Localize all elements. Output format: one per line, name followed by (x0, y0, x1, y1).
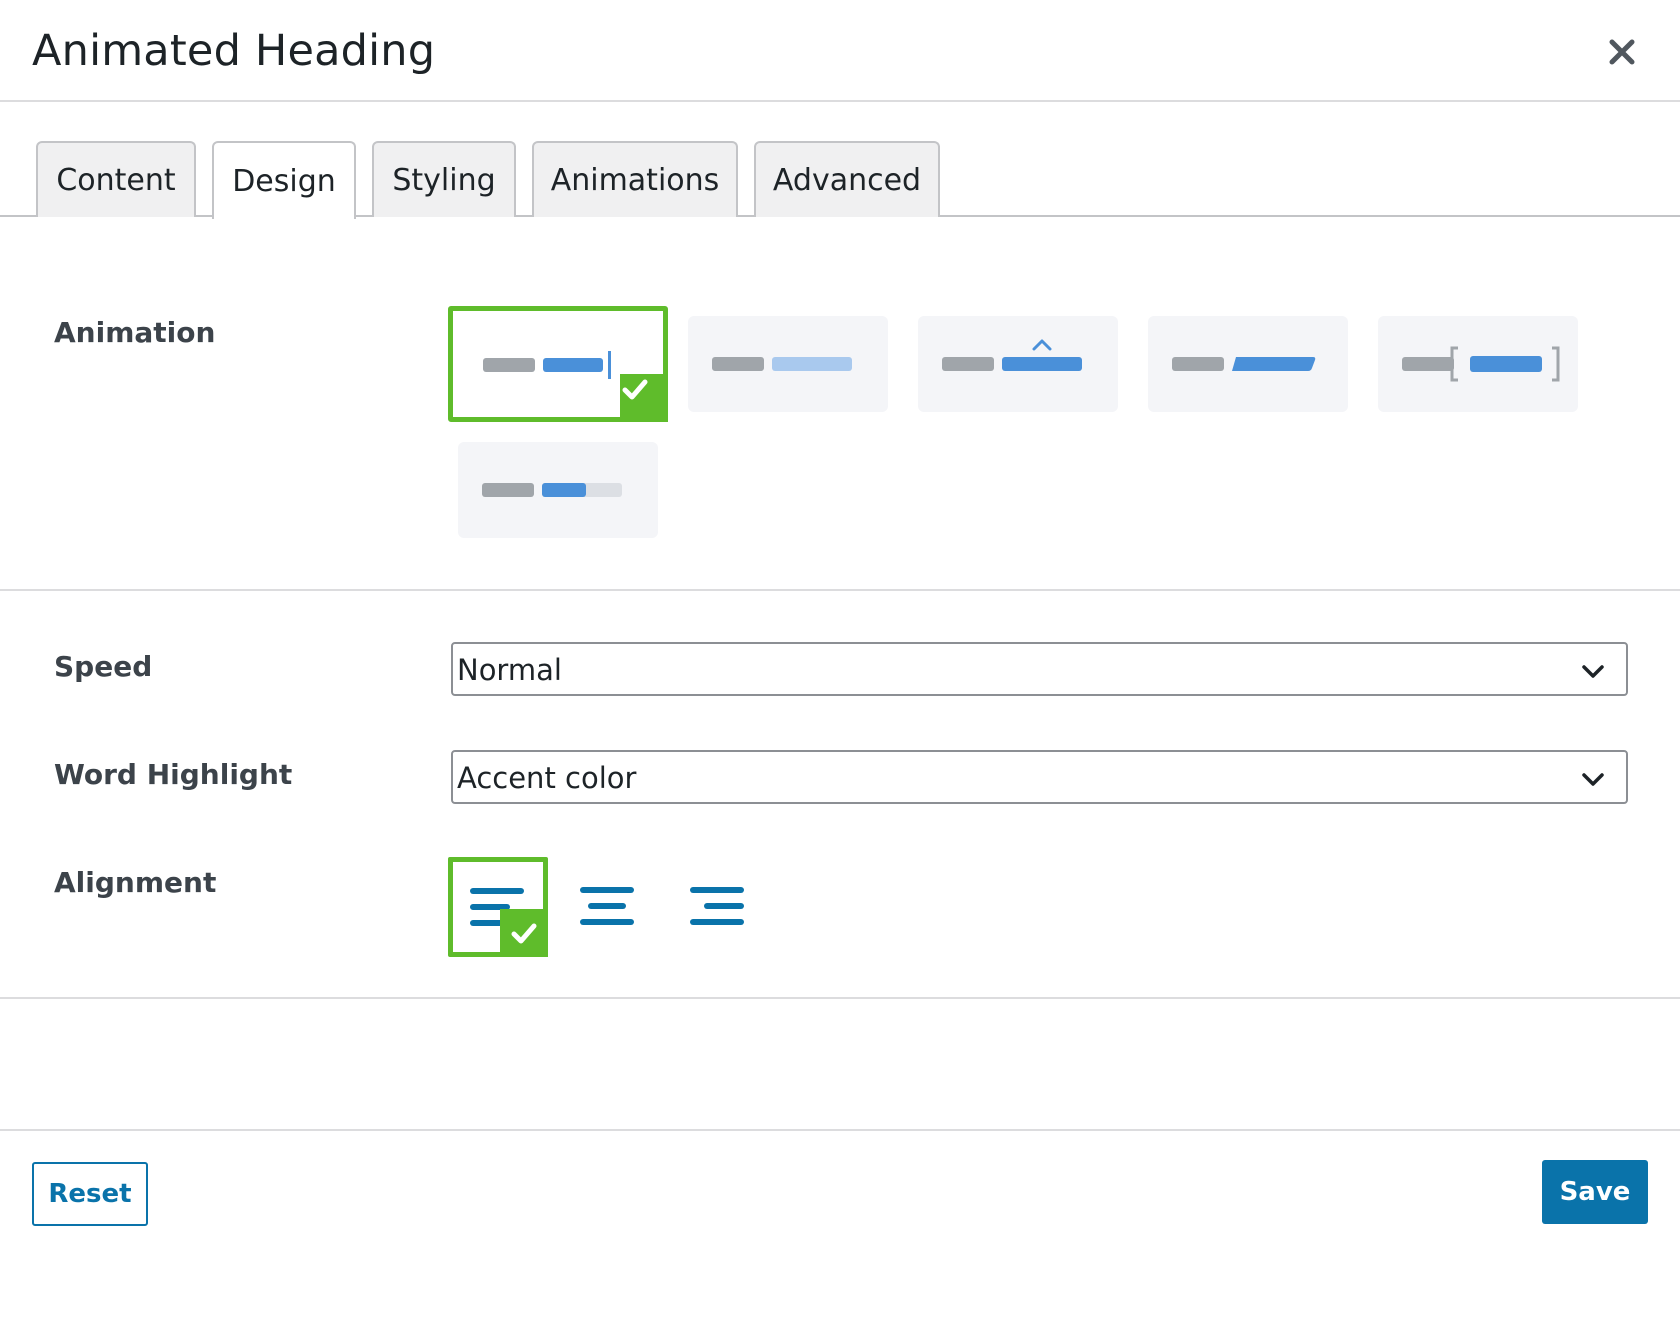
progress-icon (482, 483, 622, 497)
animation-label: Animation (54, 316, 216, 349)
section-divider (0, 997, 1680, 999)
dialog-header: Animated Heading (0, 0, 1680, 102)
selected-check-badge (500, 909, 548, 957)
animation-option-slide[interactable] (1148, 316, 1348, 412)
section-divider (0, 589, 1680, 591)
align-center-option[interactable] (558, 857, 658, 957)
alignment-label: Alignment (54, 866, 217, 899)
word-highlight-select[interactable]: Accent color (451, 750, 1628, 804)
chevron-down-icon (1582, 773, 1604, 786)
tab-bar: Content Design Styling Animations Advanc… (0, 141, 1680, 219)
animated-heading-dialog: Animated Heading Content Design Styling … (0, 0, 1680, 1320)
align-right-icon (690, 887, 744, 925)
word-highlight-label: Word Highlight (54, 758, 293, 791)
bounce-icon (942, 339, 1082, 371)
tab-animations[interactable]: Animations (532, 141, 738, 217)
speed-label: Speed (54, 650, 153, 683)
slide-icon (1172, 357, 1316, 371)
tab-design[interactable]: Design (212, 141, 356, 219)
animation-option-fade[interactable] (688, 316, 888, 412)
bracket-icon (1402, 346, 1560, 382)
align-left-option[interactable] (448, 857, 548, 957)
word-highlight-select-value: Accent color (457, 761, 637, 795)
close-button[interactable] (1600, 30, 1644, 74)
animation-option-typing[interactable] (448, 306, 668, 422)
check-icon (622, 379, 648, 400)
check-icon (511, 923, 537, 944)
footer-divider (0, 1129, 1680, 1131)
selected-check-badge (620, 374, 668, 422)
tab-advanced[interactable]: Advanced (754, 141, 940, 217)
speed-select-value: Normal (457, 653, 562, 687)
animation-option-bracket[interactable] (1378, 316, 1578, 412)
save-button[interactable]: Save (1542, 1160, 1648, 1224)
close-icon (1609, 39, 1635, 65)
dialog-title: Animated Heading (32, 26, 436, 76)
speed-select[interactable]: Normal (451, 642, 1628, 696)
fade-icon (712, 357, 852, 371)
align-right-option[interactable] (668, 857, 768, 957)
reset-button[interactable]: Reset (32, 1162, 148, 1226)
tab-styling[interactable]: Styling (372, 141, 516, 217)
align-center-icon (580, 887, 634, 925)
chevron-down-icon (1582, 665, 1604, 678)
animation-option-progress[interactable] (458, 442, 658, 538)
animation-option-bounce[interactable] (918, 316, 1118, 412)
tab-content[interactable]: Content (36, 141, 196, 217)
